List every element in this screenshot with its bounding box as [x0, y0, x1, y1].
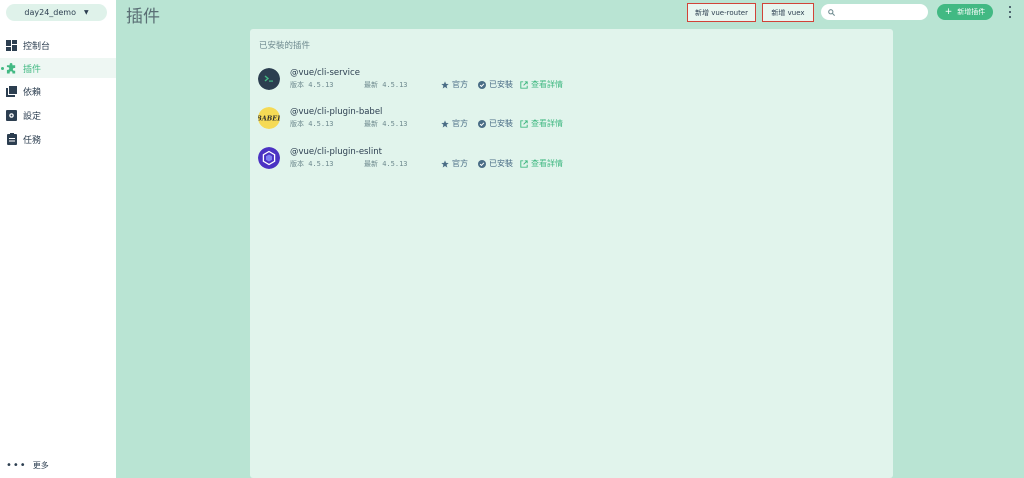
- view-details-link[interactable]: 查看詳情: [520, 158, 563, 169]
- search-icon: [828, 8, 835, 16]
- sidebar-item-label: 任務: [23, 135, 42, 146]
- plugin-row[interactable]: @vue/cli-plugin-eslint 版本 4.5.13 最新 4.5.…: [258, 147, 883, 173]
- project-name: day24_demo: [24, 8, 76, 17]
- cli-service-logo: [258, 68, 280, 90]
- installed-badge: 已安裝: [478, 118, 513, 129]
- official-badge: 官方: [441, 79, 468, 90]
- plus-icon: +: [944, 7, 953, 17]
- section-title: 已安裝的插件: [259, 41, 311, 51]
- sidebar-item-settings[interactable]: 設定: [0, 105, 116, 125]
- sidebar-item-plugins[interactable]: 插件: [0, 58, 116, 78]
- plugin-version: 版本 4.5.13: [290, 81, 334, 89]
- more-dots-icon: •••: [6, 459, 27, 471]
- installed-badge: 已安裝: [478, 158, 513, 169]
- external-link-icon: [520, 80, 528, 89]
- clipboard-icon: [6, 133, 17, 145]
- check-circle-icon: [478, 119, 486, 128]
- library-icon: [6, 85, 17, 97]
- external-link-icon: [520, 119, 528, 128]
- view-details-link[interactable]: 查看詳情: [520, 118, 563, 129]
- installed-label: 已安裝: [489, 119, 513, 128]
- plugin-row[interactable]: @vue/cli-service 版本 4.5.13 最新 4.5.13 官方 …: [258, 68, 883, 94]
- plugin-name: @vue/cli-plugin-babel: [290, 107, 383, 117]
- add-plugin-button[interactable]: + 新增插件: [937, 4, 993, 20]
- more-label: 更多: [32, 461, 49, 470]
- installed-label: 已安裝: [489, 80, 513, 89]
- view-details-label: 查看詳情: [531, 119, 563, 128]
- check-circle-icon: [478, 159, 486, 168]
- add-vuex-label: 新增 vuex: [771, 8, 805, 17]
- sidebar-item-label: 插件: [23, 64, 42, 75]
- star-icon: [441, 119, 449, 127]
- official-badge: 官方: [441, 118, 468, 129]
- installed-plugins-card: 已安裝的插件 @vue/cli-service 版本 4.5.13 最新 4.5…: [250, 29, 893, 478]
- svg-text:BABEL: BABEL: [258, 115, 280, 123]
- search-input[interactable]: [838, 8, 923, 16]
- plugin-version: 版本 4.5.13: [290, 160, 334, 168]
- sidebar-item-dashboard[interactable]: 控制台: [0, 35, 116, 55]
- installed-label: 已安裝: [489, 159, 513, 168]
- external-link-icon: [520, 159, 528, 168]
- plugin-name: @vue/cli-plugin-eslint: [290, 147, 382, 157]
- sidebar-item-label: 控制台: [23, 41, 51, 52]
- settings-icon: [6, 109, 17, 121]
- eslint-logo: [258, 147, 280, 169]
- active-indicator: [1, 66, 4, 70]
- sidebar-item-label: 設定: [23, 111, 42, 122]
- project-selector[interactable]: day24_demo ▼: [6, 4, 107, 21]
- babel-logo: BABEL: [258, 107, 280, 129]
- add-vue-router-label: 新增 vue-router: [694, 8, 748, 17]
- official-label: 官方: [452, 80, 468, 89]
- sidebar-item-dependencies[interactable]: 依賴: [0, 81, 116, 101]
- sidebar-item-tasks[interactable]: 任務: [0, 129, 116, 149]
- check-circle-icon: [478, 80, 486, 89]
- official-label: 官方: [452, 159, 468, 168]
- add-vue-router-button[interactable]: 新增 vue-router: [687, 3, 756, 22]
- official-badge: 官方: [441, 158, 468, 169]
- plugin-version: 版本 4.5.13: [290, 120, 334, 128]
- search-box[interactable]: [821, 4, 928, 20]
- view-details-label: 查看詳情: [531, 80, 563, 89]
- star-icon: [441, 80, 449, 88]
- more-button[interactable]: ••• 更多: [6, 460, 49, 471]
- add-vuex-button[interactable]: 新增 vuex: [762, 3, 814, 22]
- plugin-latest-version: 最新 4.5.13: [364, 160, 408, 168]
- puzzle-icon: [6, 62, 17, 74]
- view-details-link[interactable]: 查看詳情: [520, 79, 563, 90]
- sidebar-item-label: 依賴: [23, 87, 42, 98]
- view-details-label: 查看詳情: [531, 159, 563, 168]
- more-options-icon[interactable]: [1006, 6, 1014, 18]
- plugin-name: @vue/cli-service: [290, 68, 360, 78]
- plugin-latest-version: 最新 4.5.13: [364, 120, 408, 128]
- official-label: 官方: [452, 119, 468, 128]
- add-plugin-label: 新增插件: [957, 8, 986, 16]
- sidebar: day24_demo ▼ 控制台 插件 依賴 設定 任務 ••• 更多: [0, 0, 116, 478]
- caret-down-icon: ▼: [83, 9, 89, 16]
- plugin-row[interactable]: BABEL @vue/cli-plugin-babel 版本 4.5.13 最新…: [258, 107, 883, 133]
- dashboard-icon: [6, 39, 17, 51]
- page-title: 插件: [126, 7, 160, 27]
- star-icon: [441, 159, 449, 167]
- installed-badge: 已安裝: [478, 79, 513, 90]
- plugin-latest-version: 最新 4.5.13: [364, 81, 408, 89]
